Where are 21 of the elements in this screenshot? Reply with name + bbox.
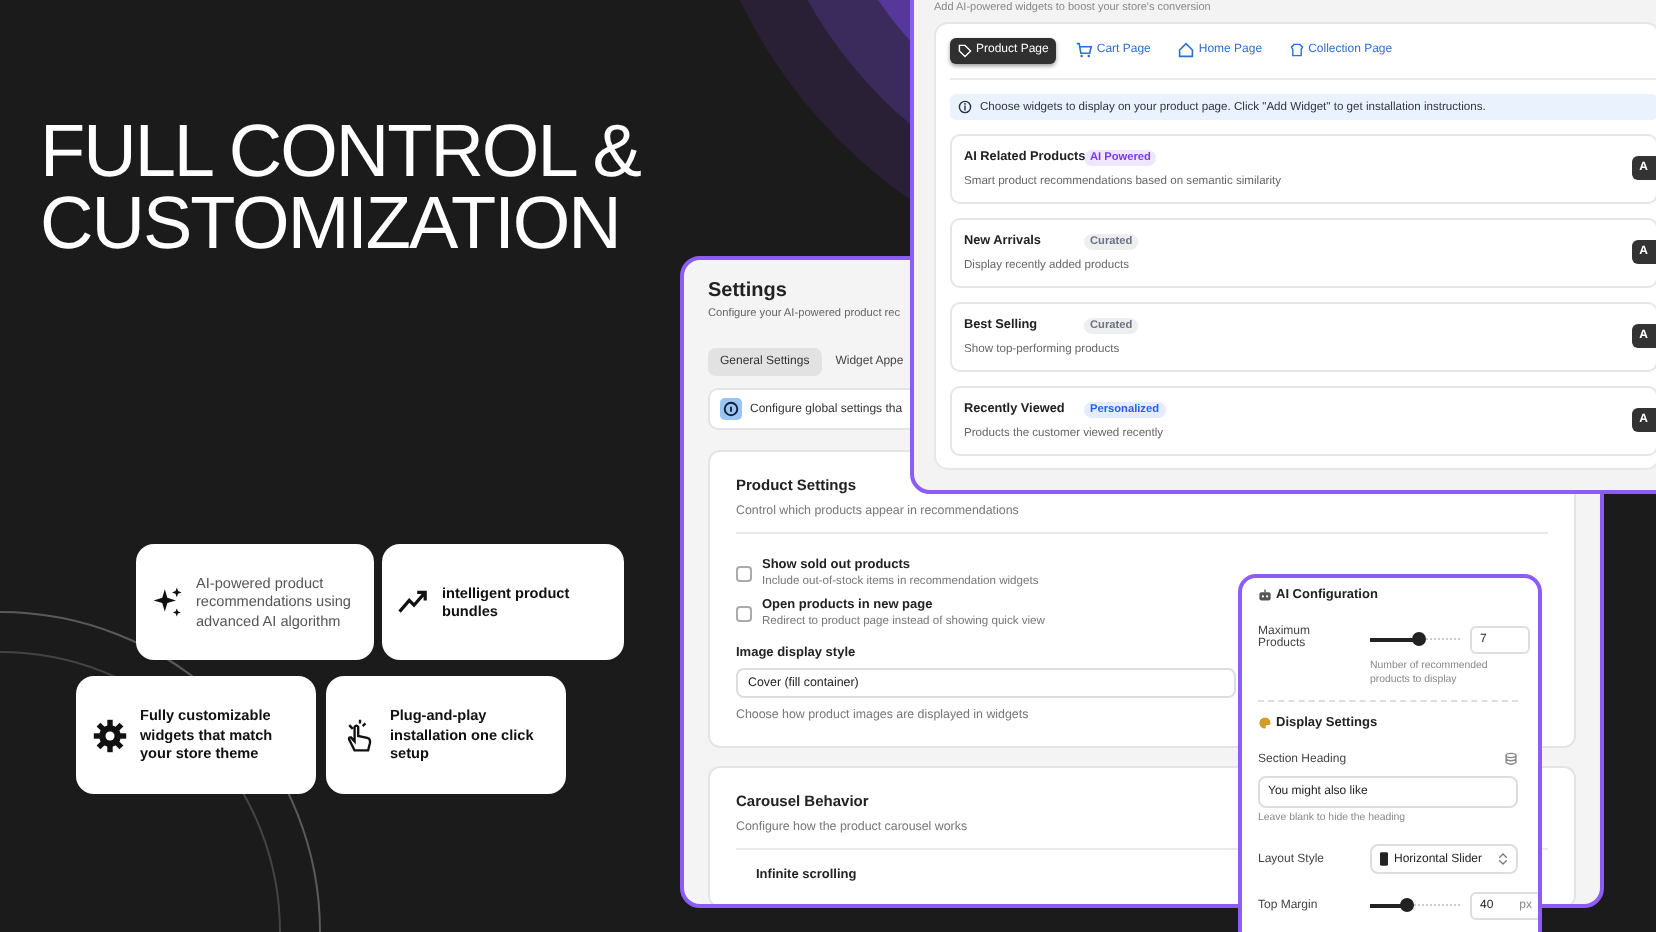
gear-icon (92, 717, 128, 753)
robot-icon (1258, 588, 1272, 602)
checkbox[interactable] (736, 565, 752, 581)
chevron-icon (1498, 852, 1508, 866)
checkbox[interactable] (736, 605, 752, 621)
headline: FULL CONTROL & (40, 116, 640, 188)
phone-icon (1380, 852, 1388, 866)
info-icon (720, 398, 742, 420)
tag-icon (958, 43, 972, 57)
cart-icon (1076, 42, 1093, 58)
palette-icon (1258, 716, 1272, 730)
shirt-icon (1290, 42, 1305, 58)
info-icon (958, 100, 972, 114)
sparkles-icon (152, 586, 184, 618)
database-icon (1504, 752, 1518, 766)
headline: CUSTOMIZATION (40, 188, 620, 260)
home-icon (1178, 42, 1195, 58)
window-title: Settings (708, 280, 789, 302)
trend-arrow-icon (398, 586, 430, 618)
slider-thumb[interactable] (1399, 898, 1413, 912)
slider-thumb[interactable] (1412, 632, 1427, 646)
